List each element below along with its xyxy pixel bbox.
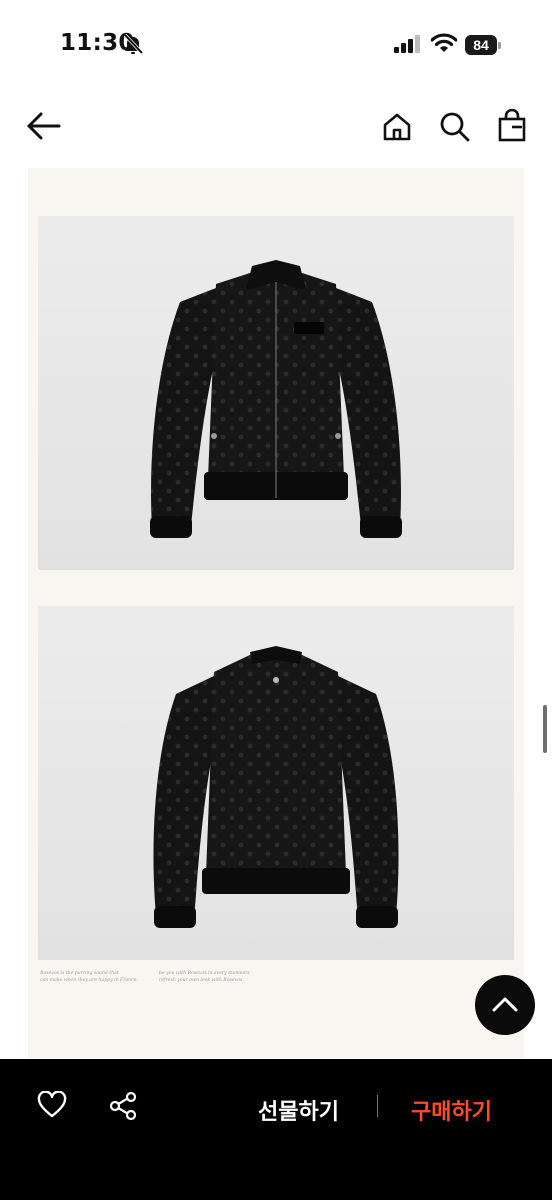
bell-off-icon [122, 33, 144, 59]
caption-left: Rosevos is the purring sound that can ma… [40, 971, 138, 983]
back-arrow-icon[interactable] [26, 111, 62, 145]
battery-icon: 84 [465, 35, 501, 55]
gift-button[interactable]: 선물하기 [258, 1094, 339, 1126]
cellular-signal-icon [394, 35, 422, 57]
home-icon[interactable] [382, 112, 412, 146]
share-icon[interactable] [108, 1091, 138, 1125]
search-icon[interactable] [439, 111, 471, 147]
buy-button[interactable]: 구매하기 [411, 1094, 492, 1126]
top-nav [0, 95, 552, 157]
shopping-bag-icon[interactable] [497, 108, 527, 147]
status-bar: 11:30 84 [0, 0, 552, 90]
caption-right: be you with Rosevos in every moments ref… [159, 971, 250, 983]
wifi-icon [430, 33, 458, 57]
scrollbar[interactable] [543, 705, 547, 753]
product-detail-image: Rosevos is the purring sound that can ma… [28, 168, 524, 1058]
product-photo-back [38, 606, 514, 960]
product-photo-front [38, 216, 514, 570]
scroll-to-top-button[interactable] [475, 975, 535, 1035]
bottom-action-bar: 선물하기 구매하기 [0, 1059, 552, 1200]
battery-level: 84 [473, 37, 489, 53]
divider [377, 1095, 378, 1117]
heart-icon[interactable] [37, 1090, 67, 1123]
chevron-up-icon [492, 997, 518, 1012]
